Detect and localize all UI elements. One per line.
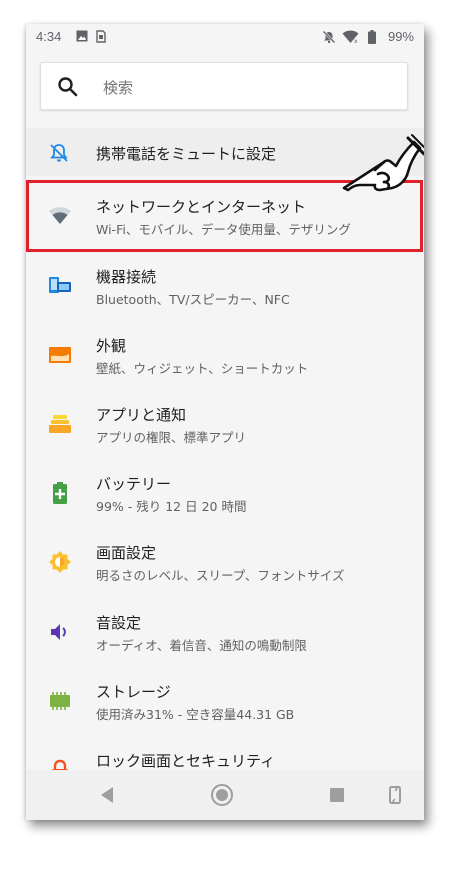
battery-icon bbox=[48, 481, 72, 505]
sim-notification-icon bbox=[96, 30, 106, 47]
item-title: 音設定 bbox=[96, 614, 142, 632]
settings-item-connected-devices[interactable]: 機器接続 Bluetooth、TV/スピーカー、NFC bbox=[26, 252, 424, 321]
apps-icon bbox=[48, 412, 72, 436]
settings-item-sound[interactable]: 音設定 オーディオ、着信音、通知の鳴動制限 bbox=[26, 598, 424, 667]
item-title: ストレージ bbox=[96, 683, 171, 701]
item-title: 機器接続 bbox=[96, 268, 157, 286]
mute-status-icon bbox=[322, 30, 336, 48]
settings-item-apps[interactable]: アプリと通知 アプリの権限、標準アプリ bbox=[26, 390, 424, 459]
status-bar: 4:34 x 99% bbox=[26, 24, 424, 50]
home-button-icon[interactable] bbox=[210, 783, 234, 811]
volume-icon bbox=[48, 620, 72, 644]
item-subtitle: アプリの権限、標準アプリ bbox=[96, 430, 247, 445]
suggestion-label: 携帯電話をミュートに設定 bbox=[96, 145, 277, 163]
wallpaper-icon bbox=[48, 343, 72, 367]
settings-item-display[interactable]: 画面設定 明るさのレベル、スリープ、フォントサイズ bbox=[26, 528, 424, 597]
status-time: 4:34 bbox=[36, 29, 62, 44]
item-subtitle: 明るさのレベル、スリープ、フォントサイズ bbox=[96, 568, 345, 583]
brightness-icon bbox=[48, 550, 72, 574]
search-bar[interactable]: 検索 bbox=[40, 62, 408, 110]
battery-percent: 99% bbox=[387, 29, 414, 44]
back-button-icon[interactable] bbox=[99, 786, 115, 808]
bell-off-icon bbox=[48, 142, 70, 168]
item-title: アプリと通知 bbox=[96, 406, 187, 424]
item-subtitle: Bluetooth、TV/スピーカー、NFC bbox=[96, 292, 290, 307]
image-notification-icon bbox=[76, 30, 88, 46]
settings-item-battery[interactable]: バッテリー 99% - 残り 12 日 20 時間 bbox=[26, 459, 424, 528]
storage-icon bbox=[48, 689, 72, 713]
item-subtitle: 壁紙、ウィジェット、ショートカット bbox=[96, 361, 309, 376]
rotate-screen-icon[interactable] bbox=[388, 785, 402, 809]
settings-item-display-look[interactable]: 外観 壁紙、ウィジェット、ショートカット bbox=[26, 321, 424, 390]
navigation-bar bbox=[26, 770, 424, 820]
battery-status-icon bbox=[368, 30, 376, 48]
item-title: ロック画面とセキュリティ bbox=[96, 752, 276, 770]
item-title: 画面設定 bbox=[96, 544, 157, 562]
item-subtitle: オーディオ、着信音、通知の鳴動制限 bbox=[96, 638, 307, 653]
search-icon bbox=[57, 76, 79, 102]
settings-item-storage[interactable]: ストレージ 使用済み31% - 空き容量44.31 GB bbox=[26, 667, 424, 736]
devices-icon bbox=[48, 274, 72, 298]
search-placeholder: 検索 bbox=[103, 79, 134, 97]
phone-screen: 4:34 x 99% 検索 携帯電話をミュートに設定 ネットワークとインターネッ… bbox=[26, 24, 424, 820]
item-subtitle: 99% - 残り 12 日 20 時間 bbox=[96, 499, 247, 514]
item-subtitle: 使用済み31% - 空き容量44.31 GB bbox=[96, 707, 295, 722]
wifi-status-icon: x bbox=[342, 30, 359, 48]
pointing-hand-icon bbox=[340, 122, 424, 198]
item-title: バッテリー bbox=[96, 475, 172, 493]
overview-button-icon[interactable] bbox=[329, 787, 345, 807]
svg-text:x: x bbox=[354, 38, 358, 44]
item-title: 外観 bbox=[96, 337, 127, 355]
